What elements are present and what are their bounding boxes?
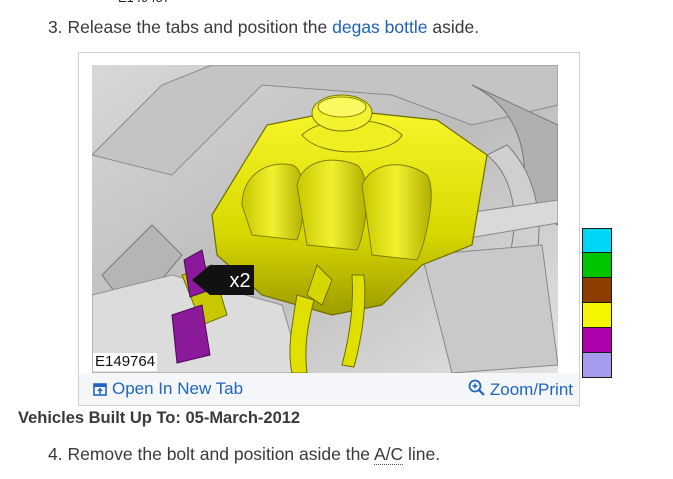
vehicle-applicability-note: Vehicles Built Up To: 05-March-2012 [18,409,301,427]
ac-abbreviation[interactable]: A/C [373,444,404,465]
bottle-lobe-right [361,164,432,261]
color-swatch-strip [582,228,612,378]
bottle-lobe-middle [296,159,367,251]
open-in-new-tab-button[interactable]: Open In New Tab [93,379,243,399]
illustration-drawing: x2 [92,65,558,373]
step-4: 4. Remove the bolt and position aside th… [48,443,440,465]
previous-figure-fragment: E149457 [118,0,558,4]
zoom-print-button[interactable]: Zoom/Print [468,379,573,400]
figure-card: x2 E149764 Open In New Tab Zoom/Print [78,52,580,406]
step-4-text-before: Remove the bolt and position aside the [67,444,371,464]
step-3-number: 3. [48,17,63,37]
swatch-purple [582,328,612,353]
filler-cap-top [317,96,367,118]
degas-bottle-link[interactable]: degas bottle [332,17,427,37]
open-in-new-tab-label: Open In New Tab [112,379,244,398]
swatch-cyan [582,228,612,253]
swatch-green [582,253,612,278]
step-3-text-after: aside. [432,17,480,37]
step-3: 3. Release the tabs and position the deg… [48,16,479,38]
zoom-icon [468,379,485,396]
swatch-yellow [582,303,612,328]
open-tab-icon [93,383,107,396]
figure-id-label: E149764 [93,353,158,371]
callout-label: x2 [229,270,250,292]
previous-figure-id: E149457 [118,0,170,4]
step-3-text-before: Release the tabs and position the [67,17,328,37]
figure-footer: Open In New Tab Zoom/Print [79,373,579,405]
degas-bottle-illustration[interactable]: x2 E149764 [92,65,558,373]
zoom-print-label: Zoom/Print [489,380,573,399]
swatch-brown [582,278,612,303]
step-4-number: 4. [48,444,63,464]
swatch-lavender [582,353,612,378]
step-4-text-after: line. [408,444,441,464]
